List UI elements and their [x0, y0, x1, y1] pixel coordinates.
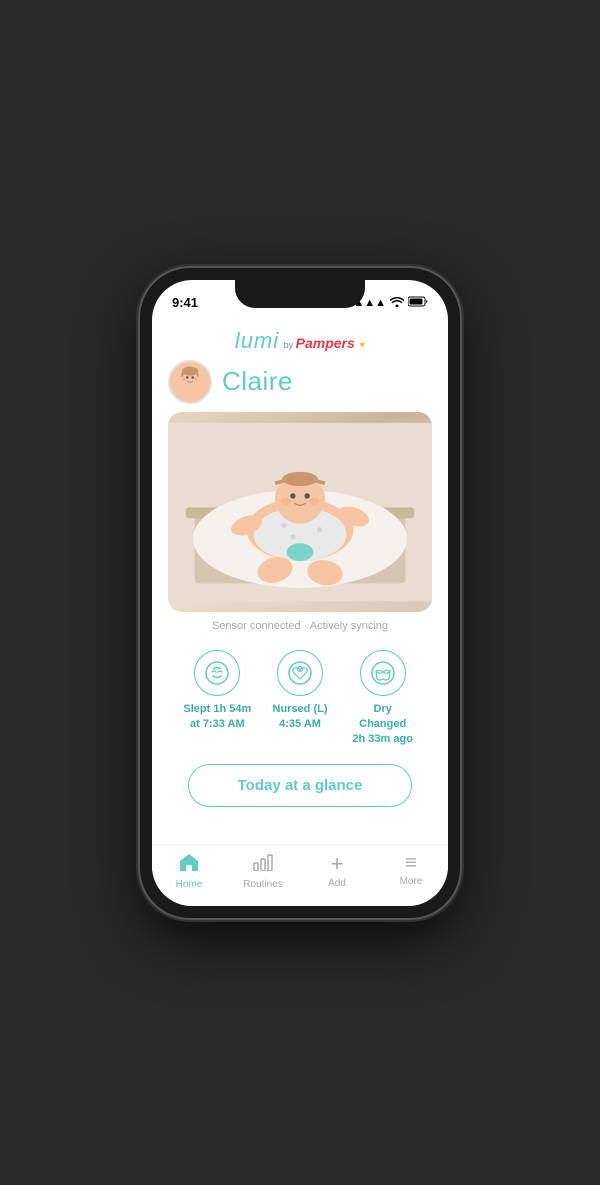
nav-add[interactable]: + Add — [300, 853, 374, 890]
status-icons: ▲▲▲ — [353, 296, 428, 310]
logo-heart-icon: ♥ — [359, 340, 365, 351]
sleep-stat[interactable]: Slept 1h 54m at 7:33 AM — [176, 650, 259, 748]
nursing-stat[interactable]: Nursed (L) 4:35 AM — [259, 650, 342, 748]
routines-label: Routines — [243, 879, 282, 890]
add-icon: + — [331, 853, 344, 875]
stats-row: Slept 1h 54m at 7:33 AM Nursed — [168, 640, 432, 760]
logo-by: by — [284, 340, 296, 350]
baby-name: Claire — [222, 366, 293, 397]
baby-name-row: Claire — [168, 360, 432, 404]
nav-home[interactable]: Home — [152, 853, 226, 890]
avatar[interactable] — [168, 360, 212, 404]
more-label: More — [400, 876, 423, 887]
sensor-status: Sensor connected · Actively syncing — [168, 612, 432, 640]
baby-section: Claire — [152, 360, 448, 831]
sleep-icon — [194, 650, 240, 696]
battery-icon — [408, 296, 428, 310]
today-glance-button[interactable]: Today at a glance — [188, 764, 412, 807]
diaper-text: Dry Changed 2h 33m ago — [352, 702, 413, 748]
nav-routines[interactable]: Routines — [226, 853, 300, 890]
phone-screen: 9:41 ▲▲▲ — [152, 280, 448, 906]
nav-more[interactable]: ≡ More — [374, 853, 448, 890]
main-content: lumi by Pampers ♥ — [152, 320, 448, 844]
home-label: Home — [176, 879, 203, 890]
sleep-text: Slept 1h 54m at 7:33 AM — [183, 702, 251, 733]
logo-lumi: lumi — [235, 328, 279, 353]
nursing-text: Nursed (L) 4:35 AM — [273, 702, 328, 733]
diaper-stat[interactable]: Dry Changed 2h 33m ago — [341, 650, 424, 748]
video-container — [168, 412, 432, 612]
phone-frame: 9:41 ▲▲▲ — [140, 268, 460, 918]
app-header: lumi by Pampers ♥ — [152, 320, 448, 360]
logo-pampers: Pampers — [296, 335, 355, 351]
home-icon — [179, 853, 199, 876]
more-icon: ≡ — [405, 853, 417, 873]
video-feed — [168, 412, 432, 612]
bottom-nav: Home Routines + Add ≡ More — [152, 844, 448, 906]
diaper-icon — [360, 650, 406, 696]
nursing-icon — [277, 650, 323, 696]
add-label: Add — [328, 878, 346, 889]
wifi-icon — [390, 296, 404, 310]
routines-icon — [253, 853, 273, 876]
notch — [235, 280, 365, 308]
status-time: 9:41 — [172, 295, 198, 310]
